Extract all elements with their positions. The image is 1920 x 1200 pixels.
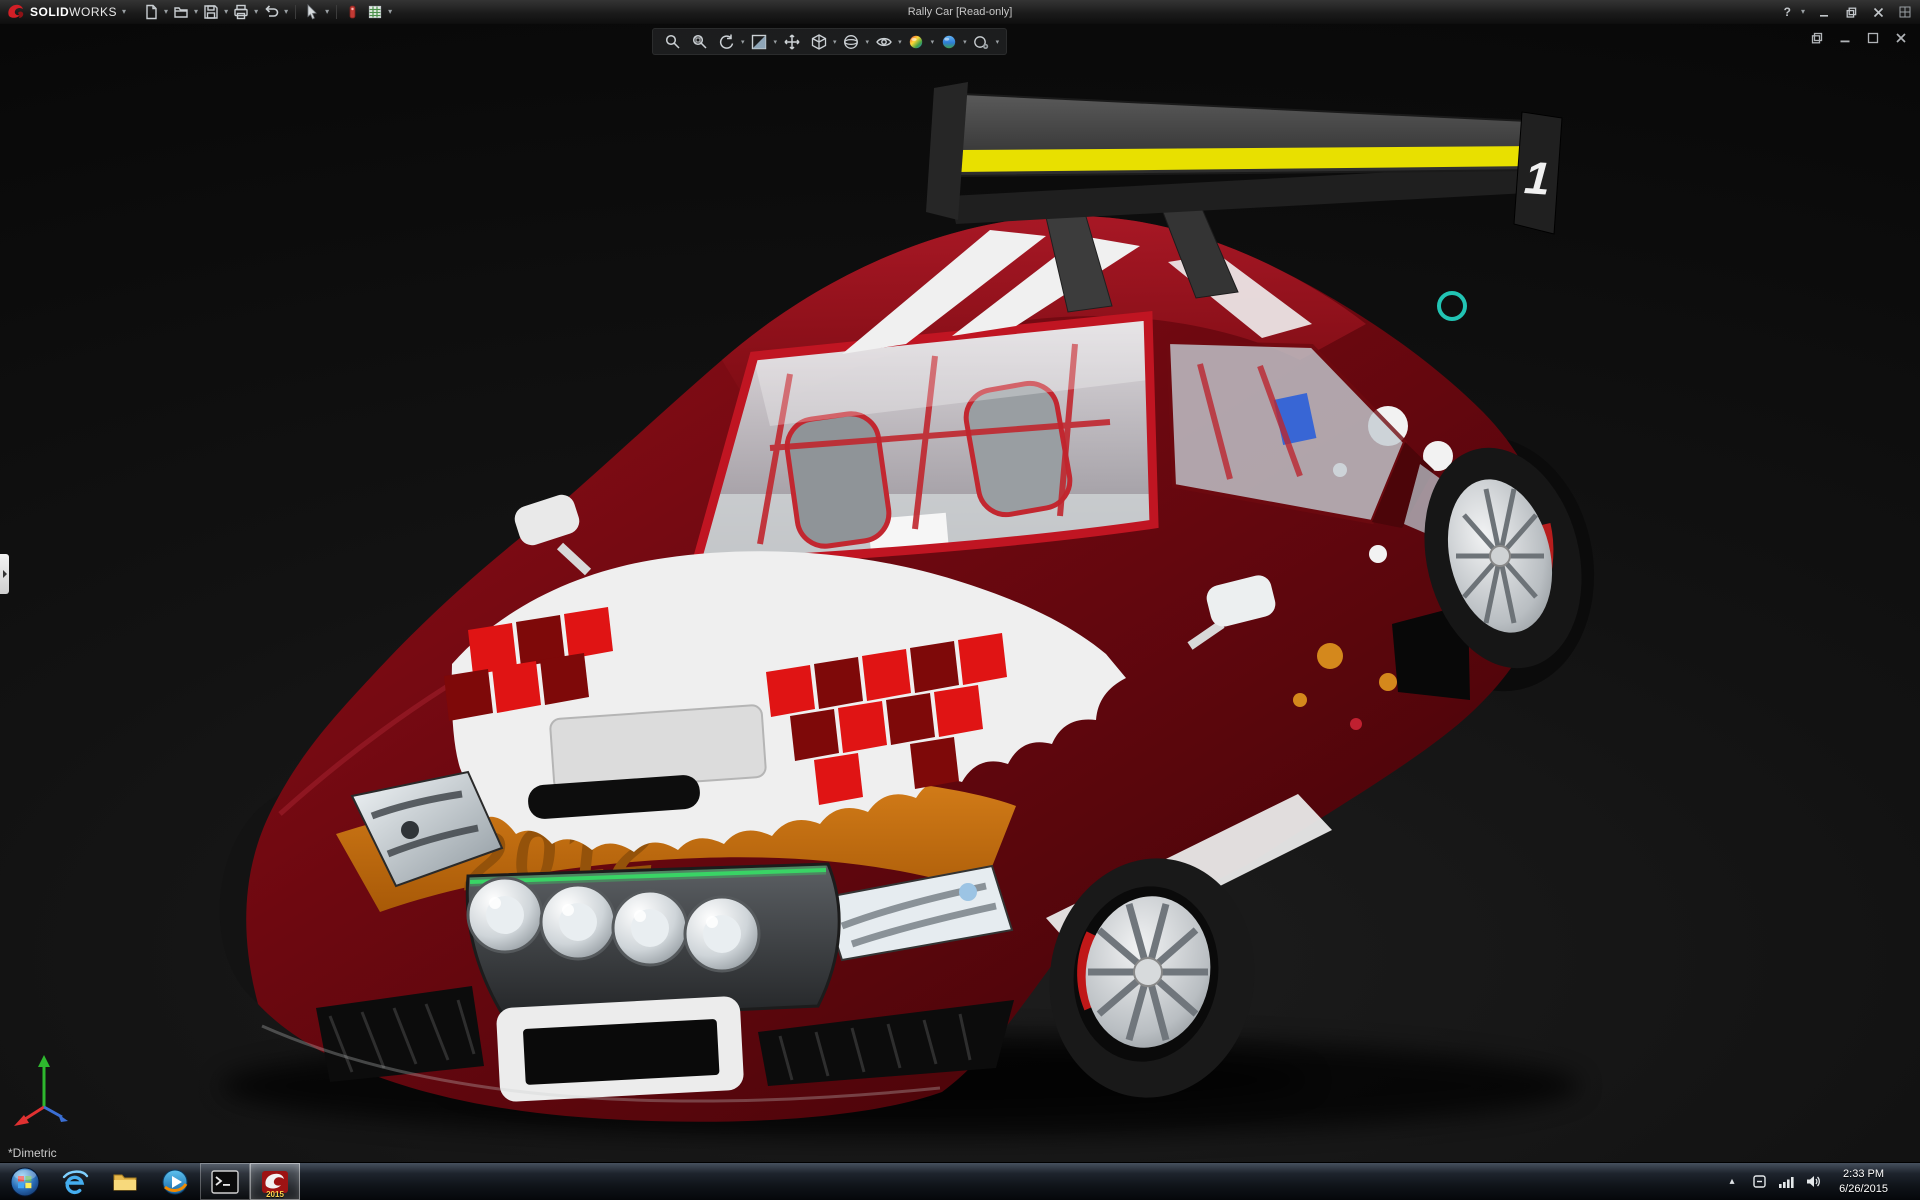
minimize-button[interactable] bbox=[1815, 4, 1833, 20]
app-menu[interactable]: SOLIDWORKS ▾ bbox=[6, 2, 127, 22]
toolbar-separator bbox=[295, 5, 296, 19]
hidden-icons-chevron[interactable]: ▴ bbox=[1723, 1173, 1741, 1191]
view-orientation-label: *Dimetric bbox=[8, 1146, 57, 1160]
rally-car-model[interactable]: 2012 bbox=[0, 24, 1920, 1162]
sw-version-badge: 2015 bbox=[250, 1190, 300, 1199]
solidworks-window: SOLIDWORKS ▾ ▾ ▾ ▾ bbox=[0, 0, 1920, 1200]
clock-time: 2:33 PM bbox=[1839, 1167, 1888, 1181]
wing-number-decal: 1 bbox=[1523, 151, 1552, 205]
print-icon[interactable] bbox=[231, 2, 251, 22]
graphics-viewport[interactable]: ▾ ▾ ▾ bbox=[0, 24, 1920, 1162]
taskbar-internet-explorer[interactable] bbox=[50, 1163, 100, 1200]
select-icon[interactable] bbox=[302, 2, 322, 22]
volume-icon[interactable] bbox=[1804, 1173, 1822, 1191]
taskbar-file-explorer[interactable] bbox=[100, 1163, 150, 1200]
quick-access-toolbar: ▾ ▾ ▾ ▾ bbox=[141, 2, 393, 22]
console-icon bbox=[211, 1170, 239, 1194]
undo-icon[interactable] bbox=[261, 2, 281, 22]
toolbar-separator bbox=[336, 5, 337, 19]
taskbar: 2015 ▴ 2:33 PM bbox=[0, 1162, 1920, 1200]
taskbar-clock[interactable]: 2:33 PM 6/26/2015 bbox=[1831, 1167, 1896, 1196]
taskbar-command-prompt[interactable] bbox=[200, 1163, 250, 1200]
spreadsheet-icon[interactable] bbox=[365, 2, 385, 22]
dropdown-caret-icon[interactable]: ▾ bbox=[253, 8, 259, 16]
dropdown-caret-icon[interactable]: ▾ bbox=[283, 8, 289, 16]
dropdown-caret-icon[interactable]: ▾ bbox=[324, 8, 330, 16]
color-swatch-icon[interactable] bbox=[343, 2, 363, 22]
media-player-icon bbox=[161, 1168, 189, 1196]
start-button[interactable] bbox=[0, 1163, 50, 1200]
taskbar-media-player[interactable] bbox=[150, 1163, 200, 1200]
help-caret-icon[interactable]: ▾ bbox=[1800, 8, 1806, 16]
restore-button[interactable] bbox=[1842, 4, 1860, 20]
brand-text: SOLIDWORKS bbox=[30, 5, 117, 19]
front-grille bbox=[467, 864, 839, 1020]
fuel-cap-decal bbox=[1439, 293, 1465, 319]
dropdown-caret-icon[interactable]: ▾ bbox=[193, 8, 199, 16]
dropdown-caret-icon[interactable]: ▾ bbox=[387, 8, 393, 16]
window-controls: ? ▾ bbox=[1784, 4, 1914, 20]
y-axis-icon bbox=[38, 1055, 50, 1067]
network-icon[interactable] bbox=[1777, 1173, 1795, 1191]
system-tray: ▴ 2:33 PM 6/26/2015 bbox=[1723, 1163, 1920, 1200]
dropdown-caret-icon[interactable]: ▾ bbox=[163, 8, 169, 16]
windshield bbox=[690, 316, 1160, 574]
menu-caret-icon[interactable]: ▾ bbox=[121, 8, 127, 16]
new-document-icon[interactable] bbox=[141, 2, 161, 22]
taskbar-solidworks[interactable]: 2015 bbox=[250, 1163, 300, 1200]
solidworks-logo-icon bbox=[6, 2, 26, 22]
close-button[interactable] bbox=[1869, 4, 1887, 20]
layout-grid-icon[interactable] bbox=[1896, 4, 1914, 20]
open-icon[interactable] bbox=[171, 2, 191, 22]
help-button[interactable]: ? bbox=[1784, 5, 1791, 19]
z-axis-icon bbox=[58, 1114, 68, 1122]
dropdown-caret-icon[interactable]: ▾ bbox=[223, 8, 229, 16]
license-plate bbox=[496, 996, 745, 1103]
action-center-icon[interactable] bbox=[1750, 1173, 1768, 1191]
save-icon[interactable] bbox=[201, 2, 221, 22]
orientation-triad bbox=[12, 1051, 92, 1138]
internet-explorer-icon bbox=[61, 1168, 89, 1196]
clock-date: 6/26/2015 bbox=[1839, 1182, 1888, 1196]
title-bar: SOLIDWORKS ▾ ▾ ▾ ▾ bbox=[0, 0, 1920, 24]
folder-icon bbox=[111, 1168, 139, 1196]
